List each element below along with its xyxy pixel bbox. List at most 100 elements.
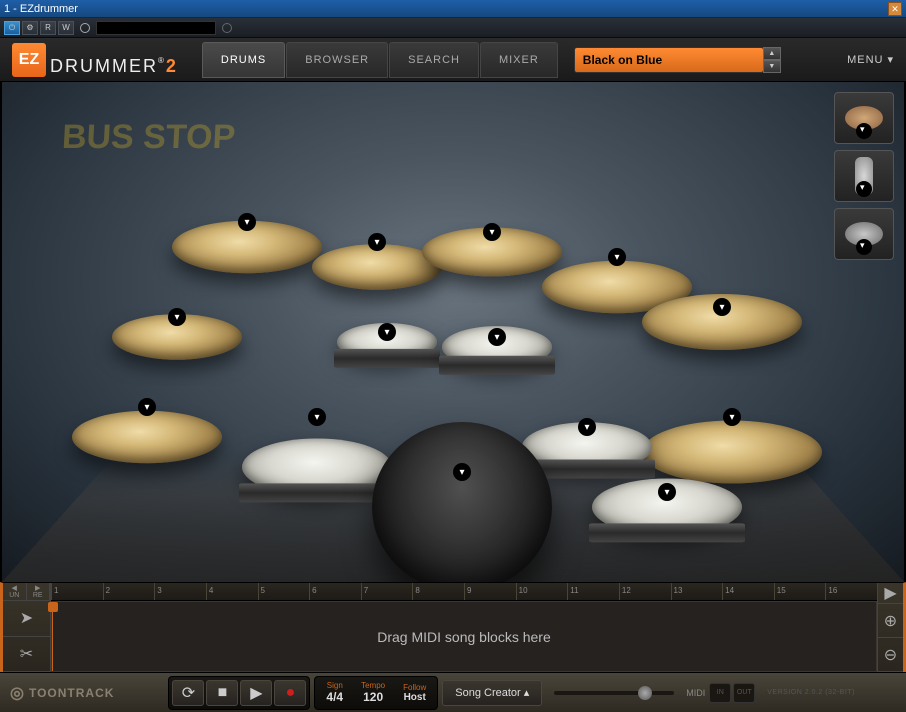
- drum-kit-view: BUS STOP: [0, 82, 906, 582]
- knob-icon[interactable]: [80, 23, 90, 33]
- host-toolbar: ⏻ ⚙ R W: [0, 18, 906, 38]
- zoom-out-button[interactable]: ⊖: [878, 638, 903, 672]
- stop-button[interactable]: ■: [206, 680, 238, 706]
- follow-host[interactable]: FollowHost: [395, 680, 434, 706]
- bar-3: 3: [154, 583, 206, 600]
- marker-tom-1[interactable]: [378, 323, 396, 341]
- power-button[interactable]: ⏻: [4, 21, 20, 35]
- percussion-panel: [834, 92, 894, 260]
- marker-perc-2[interactable]: [856, 181, 872, 197]
- marker-floor-tom[interactable]: [658, 483, 676, 501]
- preset-up-button[interactable]: ▲: [763, 47, 781, 60]
- bar-10: 10: [516, 583, 568, 600]
- play-button[interactable]: ▶: [240, 680, 272, 706]
- time-signature[interactable]: Sign4/4: [318, 680, 351, 706]
- bar-15: 15: [774, 583, 826, 600]
- timeline-ruler[interactable]: 1 2 3 4 5 6 7 8 9 10 11 12 13 14 15 16: [51, 583, 877, 601]
- bar-5: 5: [258, 583, 310, 600]
- marker-ride-2[interactable]: [723, 408, 741, 426]
- midi-left-tools: ◀UN ▶RE ➤ ✂: [3, 583, 51, 672]
- main-tabs: DRUMS BROWSER SEARCH MIXER: [202, 42, 558, 78]
- marker-kick[interactable]: [453, 463, 471, 481]
- bar-11: 11: [567, 583, 619, 600]
- pointer-icon: ➤: [20, 608, 33, 628]
- bar-2: 2: [103, 583, 155, 600]
- playhead[interactable]: [52, 602, 62, 671]
- bar-9: 9: [464, 583, 516, 600]
- marker-ride[interactable]: [713, 298, 731, 316]
- redo-button[interactable]: ▶RE: [27, 583, 51, 600]
- marker-china[interactable]: [483, 223, 501, 241]
- logo-text: DRUMMER®2: [50, 56, 178, 77]
- logo: EZ DRUMMER®2: [12, 43, 178, 77]
- bar-12: 12: [619, 583, 671, 600]
- kick[interactable]: [372, 422, 552, 582]
- bar-7: 7: [361, 583, 413, 600]
- marker-crash-1[interactable]: [238, 213, 256, 231]
- transport-bar: TOONTRACK ⟳ ■ ▶ ● Sign4/4 Tempo120 Follo…: [0, 672, 906, 712]
- snare[interactable]: [242, 439, 392, 496]
- percussion-slot-3[interactable]: [834, 208, 894, 260]
- pointer-tool[interactable]: ➤: [3, 601, 50, 637]
- bar-6: 6: [309, 583, 361, 600]
- logo-badge: EZ: [12, 43, 46, 77]
- marker-hihat[interactable]: [138, 398, 156, 416]
- marker-crash-2[interactable]: [368, 233, 386, 251]
- write-button[interactable]: W: [58, 21, 74, 35]
- marker-crash-3[interactable]: [608, 248, 626, 266]
- window-titlebar: 1 - EZdrummer ✕: [0, 0, 906, 18]
- midi-area: ◀UN ▶RE ➤ ✂ 1 2 3 4 5 6 7 8 9 10 11 12 1…: [0, 582, 906, 672]
- tab-mixer[interactable]: MIXER: [480, 42, 558, 78]
- menu-button[interactable]: MENU▾: [847, 53, 894, 66]
- midi-track: 1 2 3 4 5 6 7 8 9 10 11 12 13 14 15 16 D…: [51, 583, 877, 672]
- scroll-right-button[interactable]: ▶: [878, 583, 903, 604]
- loop-button[interactable]: ⟳: [172, 680, 204, 706]
- host-preset-dropdown[interactable]: [96, 21, 216, 35]
- transport-info: Sign4/4 Tempo120 FollowHost: [314, 676, 438, 710]
- plugin-header: EZ DRUMMER®2 DRUMS BROWSER SEARCH MIXER …: [0, 38, 906, 82]
- window-title: 1 - EZdrummer: [4, 3, 888, 15]
- bar-4: 4: [206, 583, 258, 600]
- midi-out-led: OUT: [733, 683, 755, 703]
- bar-1: 1: [51, 583, 103, 600]
- random-button[interactable]: R: [40, 21, 56, 35]
- midi-drop-zone[interactable]: Drag MIDI song blocks here: [51, 601, 877, 672]
- background-sign: BUS STOP: [61, 122, 236, 153]
- marker-perc-3[interactable]: [856, 239, 872, 255]
- bar-13: 13: [671, 583, 723, 600]
- version-text: VERSION 2.0.2 (32-BIT): [767, 689, 855, 696]
- midi-io: IN OUT: [709, 683, 755, 703]
- close-icon[interactable]: ✕: [888, 2, 902, 16]
- marker-snare[interactable]: [308, 408, 326, 426]
- search-icon[interactable]: [222, 23, 232, 33]
- song-creator-button[interactable]: Song Creator ▴: [442, 680, 542, 706]
- marker-tom-2[interactable]: [488, 328, 506, 346]
- scissors-icon: ✂: [20, 644, 33, 664]
- drop-hint: Drag MIDI song blocks here: [377, 629, 551, 645]
- zoom-in-icon: ⊕: [884, 611, 897, 631]
- tab-search[interactable]: SEARCH: [389, 42, 479, 78]
- marker-tom-3[interactable]: [578, 418, 596, 436]
- preset-down-button[interactable]: ▼: [763, 60, 781, 73]
- preset-selector[interactable]: Black on Blue: [574, 47, 764, 73]
- percussion-slot-1[interactable]: [834, 92, 894, 144]
- undo-button[interactable]: ◀UN: [3, 583, 27, 600]
- cymbal-hihat[interactable]: [72, 411, 222, 464]
- config-button[interactable]: ⚙: [22, 21, 38, 35]
- percussion-slot-2[interactable]: [834, 150, 894, 202]
- record-button[interactable]: ●: [274, 680, 306, 706]
- marker-splash[interactable]: [168, 308, 186, 326]
- preset-steppers: ▲ ▼: [763, 47, 781, 73]
- bar-16: 16: [825, 583, 877, 600]
- cymbal-ride-2[interactable]: [642, 421, 822, 484]
- cut-tool[interactable]: ✂: [3, 637, 50, 673]
- zoom-out-icon: ⊖: [884, 645, 897, 665]
- tab-drums[interactable]: DRUMS: [202, 42, 285, 78]
- midi-right-tools: ▶ ⊕ ⊖: [877, 583, 903, 672]
- tab-browser[interactable]: BROWSER: [286, 42, 388, 78]
- zoom-in-button[interactable]: ⊕: [878, 604, 903, 638]
- tempo[interactable]: Tempo120: [353, 680, 393, 706]
- marker-perc-1[interactable]: [856, 123, 872, 139]
- volume-slider[interactable]: [554, 691, 674, 695]
- midi-label: MIDI: [686, 688, 705, 698]
